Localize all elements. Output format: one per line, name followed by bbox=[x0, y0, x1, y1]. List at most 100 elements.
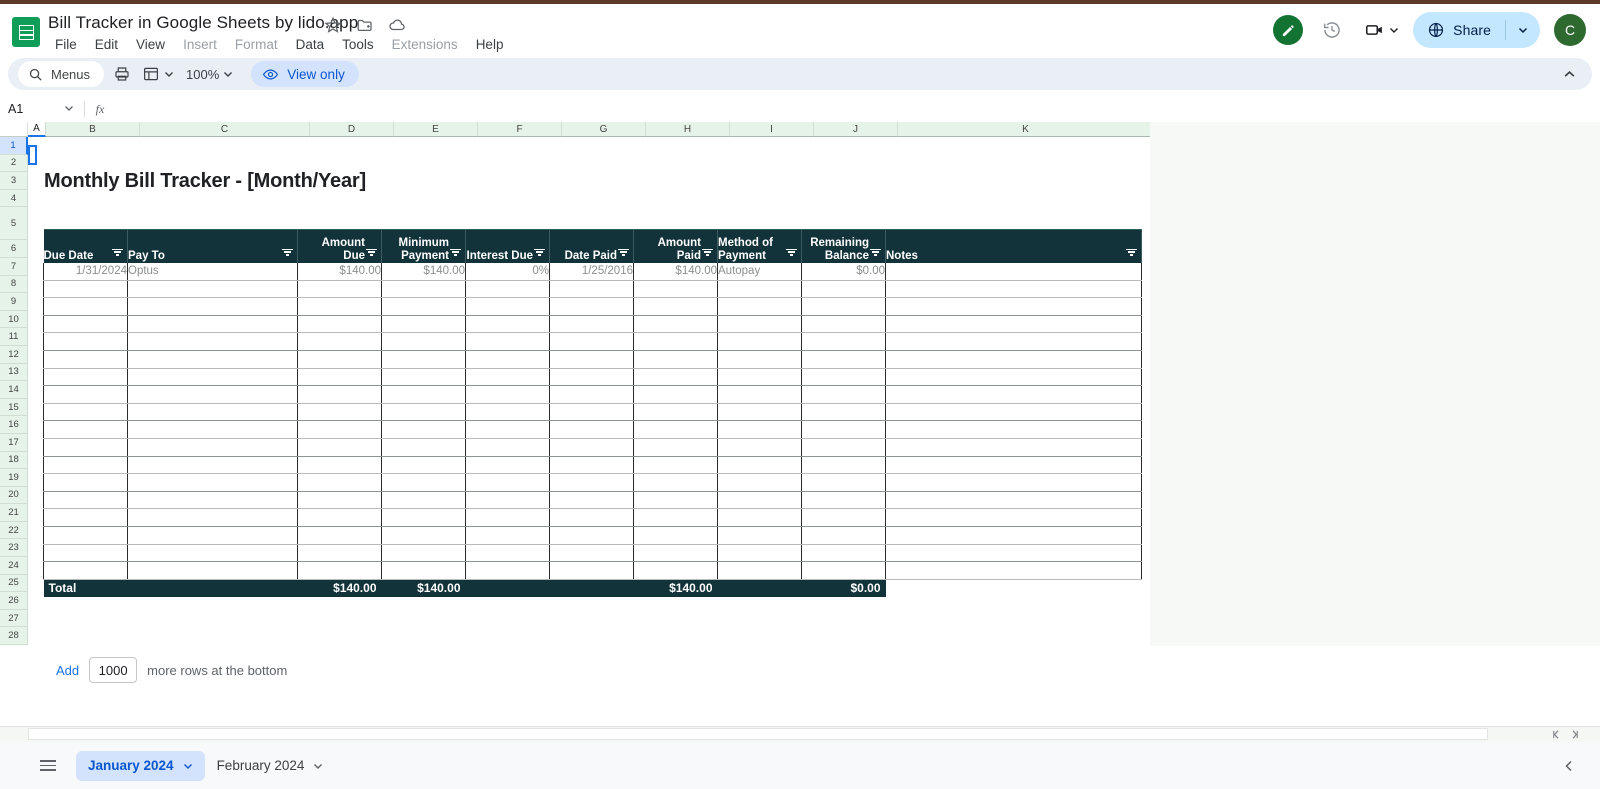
filter-icon[interactable] bbox=[112, 248, 123, 257]
table-row[interactable] bbox=[43, 473, 1142, 492]
header-method-of-payment[interactable]: Method of Payment bbox=[717, 229, 802, 263]
table-row[interactable] bbox=[43, 420, 1142, 439]
editing-mode-button[interactable] bbox=[1270, 12, 1306, 48]
row-header-14[interactable]: 14 bbox=[0, 381, 28, 399]
row-header-11[interactable]: 11 bbox=[0, 328, 28, 346]
table-row[interactable] bbox=[43, 438, 1142, 457]
header-date-paid[interactable]: Date Paid bbox=[549, 229, 634, 263]
menu-format[interactable]: Format bbox=[226, 35, 287, 54]
row-header-1[interactable]: 1 bbox=[0, 137, 28, 155]
column-header-d[interactable]: D bbox=[310, 122, 394, 137]
cell-amount-paid[interactable]: $140.00 bbox=[633, 262, 718, 281]
account-avatar[interactable]: C bbox=[1554, 14, 1586, 46]
column-header-e[interactable]: E bbox=[394, 122, 478, 137]
row-header-15[interactable]: 15 bbox=[0, 398, 28, 417]
cell-date-paid[interactable]: 1/25/2016 bbox=[549, 262, 634, 281]
version-history-button[interactable] bbox=[1314, 12, 1350, 48]
add-rows-button[interactable]: Add bbox=[56, 663, 79, 678]
row-header-3[interactable]: 3 bbox=[0, 172, 28, 190]
row-header-2[interactable]: 2 bbox=[0, 154, 28, 173]
active-cell-a1[interactable] bbox=[28, 145, 37, 165]
table-row[interactable] bbox=[43, 508, 1142, 527]
scroll-left-icon[interactable] bbox=[1548, 727, 1564, 741]
table-row[interactable] bbox=[43, 350, 1142, 369]
menu-data[interactable]: Data bbox=[287, 35, 334, 54]
cloud-saved-icon[interactable] bbox=[388, 16, 406, 34]
column-header-c[interactable]: C bbox=[140, 122, 310, 137]
row-header-27[interactable]: 27 bbox=[0, 609, 28, 628]
header-amount-paid[interactable]: Amount Paid bbox=[633, 229, 718, 263]
row-header-9[interactable]: 9 bbox=[0, 293, 28, 311]
row-header-13[interactable]: 13 bbox=[0, 363, 28, 382]
row-header-18[interactable]: 18 bbox=[0, 451, 28, 470]
chevron-down-icon[interactable] bbox=[313, 761, 323, 771]
menu-tools[interactable]: Tools bbox=[333, 35, 383, 54]
column-header-k[interactable]: K bbox=[898, 122, 1154, 137]
filter-icon[interactable] bbox=[450, 248, 461, 257]
header-remaining-balance[interactable]: Remaining Balance bbox=[801, 229, 886, 263]
column-header-g[interactable]: G bbox=[562, 122, 646, 137]
cell-method-of-payment[interactable]: Autopay bbox=[717, 262, 802, 281]
filter-icon[interactable] bbox=[618, 248, 629, 257]
header-interest-due[interactable]: Interest Due bbox=[465, 229, 550, 263]
column-header-f[interactable]: F bbox=[478, 122, 562, 137]
filter-icon[interactable] bbox=[702, 248, 713, 257]
row-header-20[interactable]: 20 bbox=[0, 486, 28, 505]
row-header-8[interactable]: 8 bbox=[0, 275, 28, 294]
sheet-tab-february-2024[interactable]: February 2024 bbox=[205, 751, 336, 781]
chevron-down-icon[interactable] bbox=[64, 100, 74, 118]
menu-extensions[interactable]: Extensions bbox=[383, 35, 467, 54]
table-row[interactable] bbox=[43, 315, 1142, 334]
row-header-22[interactable]: 22 bbox=[0, 521, 28, 540]
cell-due-date[interactable]: 1/31/2024 bbox=[43, 262, 128, 281]
view-only-badge[interactable]: View only bbox=[251, 61, 359, 87]
row-header-16[interactable]: 16 bbox=[0, 416, 28, 434]
chevron-down-icon[interactable] bbox=[183, 761, 193, 771]
move-to-folder-icon[interactable] bbox=[356, 16, 374, 34]
row-header-10[interactable]: 10 bbox=[0, 310, 28, 329]
row-header-26[interactable]: 26 bbox=[0, 592, 28, 610]
table-row[interactable] bbox=[43, 280, 1142, 299]
document-title[interactable]: Bill Tracker in Google Sheets by lido.ap… bbox=[48, 13, 358, 33]
sheet-tab-january-2024[interactable]: January 2024 bbox=[76, 750, 205, 781]
format-as-table-button[interactable] bbox=[138, 61, 174, 87]
table-row[interactable] bbox=[43, 368, 1142, 387]
star-icon[interactable] bbox=[324, 16, 342, 34]
formula-input[interactable] bbox=[115, 96, 1600, 122]
filter-icon[interactable] bbox=[786, 248, 797, 257]
menu-help[interactable]: Help bbox=[467, 35, 513, 54]
menu-edit[interactable]: Edit bbox=[86, 35, 127, 54]
row-header-6[interactable]: 6 bbox=[0, 240, 28, 258]
row-header-19[interactable]: 19 bbox=[0, 469, 28, 487]
all-sheets-menu-icon[interactable] bbox=[34, 752, 62, 780]
row-header-5[interactable]: 5 bbox=[0, 207, 28, 241]
column-header-h[interactable]: H bbox=[646, 122, 730, 137]
table-row[interactable] bbox=[43, 385, 1142, 404]
collapse-toolbar-button[interactable] bbox=[1556, 61, 1582, 87]
row-header-4[interactable]: 4 bbox=[0, 189, 28, 208]
zoom-control[interactable]: 100% bbox=[186, 67, 233, 82]
table-total-row[interactable]: Total $140.00 $140.00 $140.00 $0.00 bbox=[43, 579, 1142, 598]
add-rows-count-input[interactable] bbox=[89, 657, 138, 683]
filter-icon[interactable] bbox=[366, 248, 377, 257]
share-dropdown-caret[interactable] bbox=[1516, 25, 1536, 35]
table-row[interactable] bbox=[43, 403, 1142, 422]
header-amount-due[interactable]: Amount Due bbox=[297, 229, 382, 263]
menu-view[interactable]: View bbox=[127, 35, 174, 54]
table-row[interactable] bbox=[43, 561, 1142, 580]
cell-minimum-payment[interactable]: $140.00 bbox=[381, 262, 466, 281]
cell-interest-due[interactable]: 0% bbox=[465, 262, 550, 281]
row-header-12[interactable]: 12 bbox=[0, 345, 28, 364]
share-button[interactable]: Share bbox=[1413, 12, 1540, 48]
table-row[interactable] bbox=[43, 456, 1142, 475]
table-row[interactable]: 1/31/2024 Optus $140.00 $140.00 0% 1/25/… bbox=[43, 262, 1142, 281]
filter-icon[interactable] bbox=[1126, 248, 1137, 257]
row-header-21[interactable]: 21 bbox=[0, 504, 28, 522]
select-all-corner[interactable] bbox=[0, 122, 28, 137]
cell-notes[interactable] bbox=[885, 262, 1142, 281]
table-row[interactable] bbox=[43, 544, 1142, 563]
filter-icon[interactable] bbox=[534, 248, 545, 257]
row-header-28[interactable]: 28 bbox=[0, 627, 28, 646]
column-header-b[interactable]: B bbox=[46, 122, 140, 137]
table-row[interactable] bbox=[43, 491, 1142, 510]
